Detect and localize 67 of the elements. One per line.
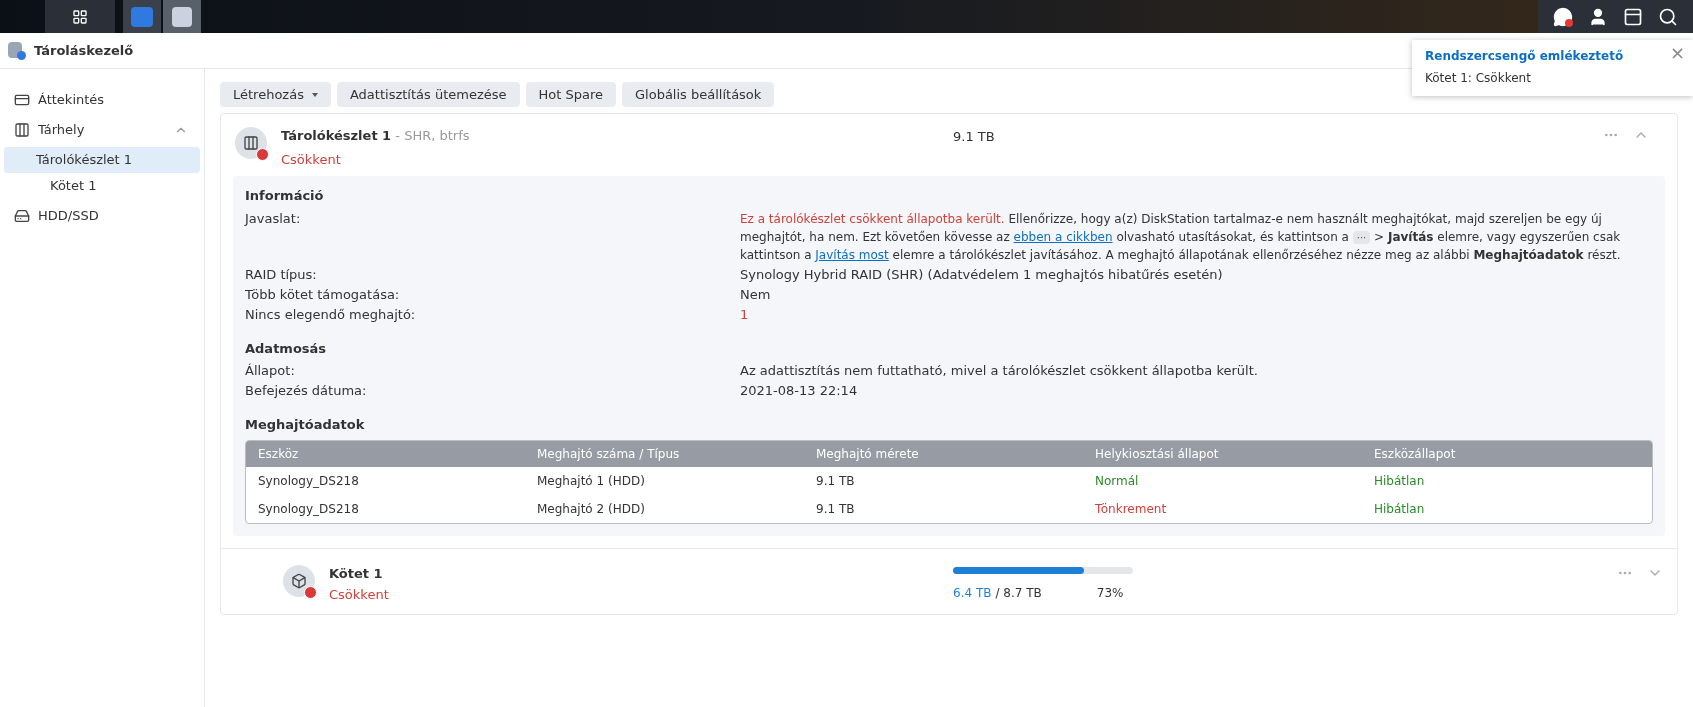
field-label: Befejezés dátuma:	[245, 382, 368, 400]
app-taskbar-icon[interactable]	[123, 0, 161, 33]
field-label: Állapot:	[245, 362, 296, 380]
toolbar-button[interactable]: Adattisztítás ütemezése	[336, 82, 520, 107]
total-size: / 8.7 TB	[995, 584, 1042, 602]
sidebar-item[interactable]: HDD/SSD	[4, 203, 200, 229]
field-value: 1	[740, 305, 750, 324]
table-cell-text: Synology_DS218	[258, 500, 360, 518]
article-link[interactable]: Javítás most	[815, 247, 889, 262]
storage-icon	[14, 122, 30, 138]
field-value: 2021-08-13 22:14	[740, 382, 859, 400]
field-label: Több kötet támogatása:	[245, 285, 401, 304]
toolbar-button[interactable]: Hot Spare	[525, 82, 616, 107]
table-cell-text: 9.1 TB	[816, 472, 856, 490]
volume-name: Kötet 1	[329, 564, 384, 583]
table-cell-text: 9.1 TB	[816, 500, 856, 518]
section-title: Adatmosás	[245, 339, 328, 358]
close-button[interactable]: ×	[1669, 42, 1685, 64]
pool-size: 9.1 TB	[953, 128, 995, 146]
table-cell-text: Hibátlan	[1374, 500, 1426, 518]
field-value: Az adattisztítás nem futtatható, mivel a tárolókészlet csökkent állapotba került.	[740, 362, 1259, 380]
pool-type: - SHR, btrfs	[395, 128, 470, 143]
table-cell-text: Hibátlan	[1374, 472, 1426, 490]
column-header: Meghajtó mérete	[816, 445, 920, 463]
overview-icon	[14, 92, 30, 108]
table-cell-text: Meghajtó 2 (HDD)	[537, 500, 646, 518]
sidebar-item[interactable]: Tárolókészlet 1	[4, 147, 200, 173]
notification-message: Kötet 1: Csökkent	[1425, 70, 1532, 87]
toolbar-button[interactable]: Globális beállítások	[622, 82, 775, 107]
sidebar-item[interactable]: Tárhely	[4, 117, 200, 143]
field-value: Synology Hybrid RAID (SHR) (Adatvédelem 1 meghajtós hibatűrés esetén)	[740, 265, 1224, 284]
sidebar-item[interactable]: Kötet 1	[4, 173, 200, 199]
table-cell-text: Normál	[1095, 472, 1140, 490]
usage-percent: 73%	[1096, 584, 1124, 602]
sidebar-item[interactable]: Áttekintés	[4, 87, 200, 113]
used-size: 6.4 TB	[953, 584, 992, 602]
table-cell-text: Synology_DS218	[258, 472, 360, 490]
more-icon: ···	[1352, 230, 1371, 244]
suggestion-text: Ez a tárolókészlet csökkent állapotba került. Ellenőrizze, hogy a(z) DiskStation tartalmaz-e nem használt meghajtókat, majd szereljen be egy új meghajtót, ha nem. Ezt követően kövesse az ebben a cikkben olvasható utasításokat, és kattintson a ··· > Javítás elemre, vagy egyszerűen csak kattintson a Javítás most elemre a tárolókészlet javításához. A meghajtó állapotának ellenőrzéséhez nézze meg az alábbi Meghajtóadatok részt.	[740, 210, 1622, 264]
widgets-icon[interactable]	[1622, 6, 1643, 27]
toolbar-button[interactable]: Létrehozás	[220, 82, 331, 107]
table-cell-text: Tönkrement	[1095, 500, 1168, 518]
pool-name: Tárolókészlet 1	[281, 128, 392, 143]
chat-icon[interactable]	[1553, 6, 1574, 27]
main-menu-button[interactable]	[45, 0, 115, 33]
grid-icon	[72, 8, 88, 25]
notification-title: Rendszercsengő emlékeztető	[1425, 48, 1624, 65]
pool-status: Csökkent	[281, 151, 342, 169]
field-label: RAID típus:	[245, 265, 318, 284]
field-label: Javaslat:	[245, 209, 302, 228]
app-icon	[8, 41, 26, 60]
section-title: Meghajtóadatok	[245, 416, 366, 434]
pool-icon	[235, 127, 267, 159]
field-label: Nincs elegendő meghajtó:	[245, 305, 417, 324]
column-header: Eszköz	[258, 445, 300, 463]
volume-status: Csökkent	[329, 585, 390, 604]
field-value: Nem	[740, 285, 772, 304]
article-link[interactable]: ebben a cikkben	[1013, 229, 1113, 244]
volume-icon	[283, 564, 315, 597]
search-icon[interactable]	[1657, 6, 1678, 27]
table-cell-text: Meghajtó 1 (HDD)	[537, 472, 646, 490]
column-header: Eszközállapot	[1374, 445, 1457, 463]
column-header: Meghajtó száma / Típus	[537, 445, 681, 463]
section-title: Információ	[245, 187, 325, 205]
column-header: Helykiosztási állapot	[1095, 445, 1220, 463]
app-taskbar-icon[interactable]	[163, 0, 201, 33]
window-title: Tároláskezelő	[34, 41, 134, 60]
